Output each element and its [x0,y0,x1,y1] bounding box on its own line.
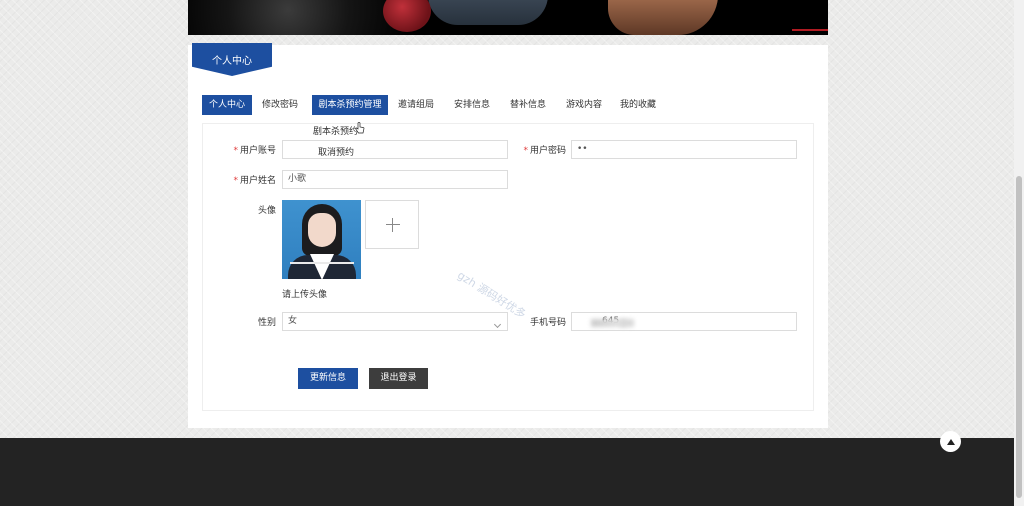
logout-button[interactable]: 退出登录 [369,368,428,389]
phone-label: 手机号码 [529,318,566,328]
update-info-button[interactable]: 更新信息 [298,368,358,389]
tab-invite-group[interactable]: 邀请组局 [392,95,440,115]
page-footer [0,438,1014,506]
tab-substitute-info[interactable]: 替补信息 [504,95,552,115]
avatar-hint: 请上传头像 [282,290,328,300]
avatar-upload-button[interactable] [365,200,419,249]
tab-change-password[interactable]: 修改密码 [256,95,304,115]
password-input[interactable]: •• [571,140,797,159]
avatar-label: 头像 [257,206,276,216]
tab-schedule-info[interactable]: 安排信息 [448,95,496,115]
dropdown-item-cancel[interactable]: 取消预约 [318,144,354,162]
tab-game-content[interactable]: 游戏内容 [560,95,608,115]
page-scrollbar[interactable] [1014,0,1024,506]
banner-figure [428,0,548,25]
arrow-up-icon [946,438,955,445]
hand-cursor-icon [355,122,365,134]
gender-label: 性别 [257,318,276,328]
tab-my-favorites[interactable]: 我的收藏 [614,95,662,115]
back-to-top-button[interactable] [940,431,961,452]
scrollbar-thumb[interactable] [1016,176,1022,498]
banner-leg [608,0,718,35]
profile-panel: 个人中心 个人中心 修改密码 剧本杀预约管理 邀请组局 安排信息 替补信息 游戏… [188,43,828,428]
section-ribbon: 个人中心 [192,43,272,76]
banner-accent [792,29,828,31]
tab-booking-management[interactable]: 剧本杀预约管理 [312,95,388,115]
account-input[interactable] [282,140,508,159]
avatar-image [282,200,361,279]
name-input[interactable]: 小歌 [282,170,508,189]
hero-banner [188,0,828,35]
plus-icon [386,224,400,225]
gender-select[interactable]: 女 [282,312,508,331]
dropdown-item-booking[interactable]: 剧本杀预约 [313,123,358,141]
section-title: 个人中心 [212,56,252,67]
tab-personal-center[interactable]: 个人中心 [202,95,252,115]
name-label: * 用户姓名 [233,176,276,186]
password-label: * 用户密码 [523,146,566,156]
banner-glove [383,0,431,32]
account-label: * 用户账号 [233,146,276,156]
